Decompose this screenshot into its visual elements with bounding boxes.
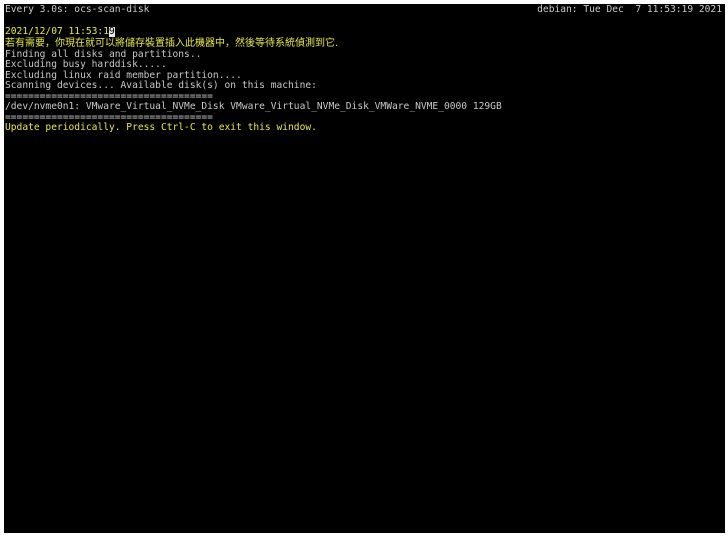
timestamp-line: 2021/12/07 11:53:19 (5, 26, 723, 38)
terminal-output: 2021/12/07 11:53:19 若有需要，你現在就可以將儲存裝置插入此機… (5, 26, 723, 134)
chinese-prompt: 若有需要，你現在就可以將儲存裝置插入此機器中，然後等待系統偵測到它. (5, 37, 339, 49)
footer-message: Update periodically. Press Ctrl-C to exi… (5, 122, 317, 133)
watch-header: Every 3.0s: ocs-scan-disk debian: Tue De… (5, 4, 722, 16)
terminal-window[interactable]: Every 3.0s: ocs-scan-disk debian: Tue De… (4, 4, 725, 533)
timestamp: 2021/12/07 11:53:1 (5, 26, 109, 37)
watch-command: Every 3.0s: ocs-scan-disk (5, 4, 150, 15)
status-line-busy: Excluding busy harddisk..... (5, 59, 167, 70)
host-time: debian: Tue Dec 7 11:53:19 2021 (537, 4, 722, 15)
status-line-scanning: Scanning devices... Available disk(s) on… (5, 80, 317, 91)
disk-entry: /dev/nvme0n1: VMware_Virtual_NVMe_Disk V… (5, 101, 502, 112)
text-cursor: 9 (108, 26, 115, 37)
